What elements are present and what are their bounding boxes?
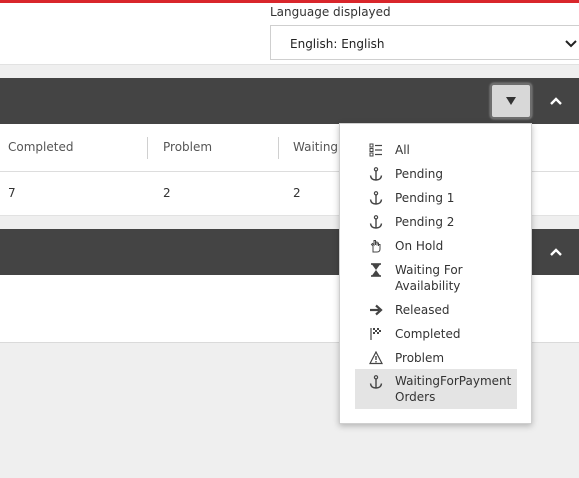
menu-item-all[interactable]: All (355, 141, 517, 161)
language-label: Language displayed (270, 5, 391, 19)
checkered-flag-icon (370, 328, 381, 340)
menu-item-label: All (395, 143, 410, 157)
caret-down-icon (506, 97, 516, 105)
anchor-icon (369, 167, 383, 181)
menu-item-label: Completed (395, 327, 461, 341)
menu-item-pending-1[interactable]: Pending 1 (355, 189, 517, 209)
filter-dropdown-button[interactable] (490, 83, 532, 119)
menu-item-pending[interactable]: Pending (355, 165, 517, 185)
header: Language displayed English: English (0, 3, 579, 65)
column-divider[interactable] (278, 137, 279, 159)
column-header-problem[interactable]: Problem (163, 140, 212, 154)
collapse-chevron-up-icon[interactable] (549, 246, 563, 258)
hourglass-icon (371, 263, 381, 277)
column-header-completed[interactable]: Completed (8, 140, 73, 154)
menu-item-on-hold[interactable]: On Hold (355, 237, 517, 257)
column-header-waiting[interactable]: WaitingF (293, 140, 345, 154)
menu-item-waiting-for-availability[interactable]: Waiting For Availability (355, 261, 517, 297)
menu-item-problem[interactable]: Problem (355, 349, 517, 369)
cell-completed: 7 (8, 186, 16, 200)
menu-item-label: On Hold (395, 239, 444, 253)
column-divider[interactable] (147, 137, 148, 159)
menu-item-pending-2[interactable]: Pending 2 (355, 213, 517, 233)
menu-item-label: Waiting For Availability (395, 263, 463, 293)
anchor-icon (369, 375, 383, 389)
menu-item-label: Pending 2 (395, 215, 455, 229)
checklist-icon (369, 143, 382, 157)
menu-item-waiting-for-payment-orders[interactable]: WaitingForPaymentOrders (355, 369, 517, 409)
panel-header-bar (0, 78, 579, 124)
collapse-chevron-up-icon[interactable] (549, 95, 563, 107)
menu-item-label: WaitingForPaymentOrders (395, 374, 512, 404)
menu-item-label: Pending (395, 167, 443, 181)
language-select[interactable]: English: English (270, 25, 579, 60)
menu-item-completed[interactable]: Completed (355, 325, 517, 345)
cell-waiting: 2 (293, 186, 301, 200)
anchor-icon (369, 191, 383, 205)
anchor-icon (369, 215, 383, 229)
chevron-down-icon (565, 40, 577, 48)
warning-icon (369, 351, 383, 365)
cell-problem: 2 (163, 186, 171, 200)
status-filter-menu: All Pending Pending 1 Pending 2 On Hold (339, 123, 532, 424)
hand-icon (370, 240, 381, 253)
menu-item-label: Problem (395, 351, 445, 365)
menu-item-released[interactable]: Released (355, 301, 517, 321)
arrow-right-icon (370, 304, 383, 316)
menu-item-label: Released (395, 303, 450, 317)
menu-item-label: Pending 1 (395, 191, 455, 205)
language-select-value: English: English (290, 37, 385, 51)
